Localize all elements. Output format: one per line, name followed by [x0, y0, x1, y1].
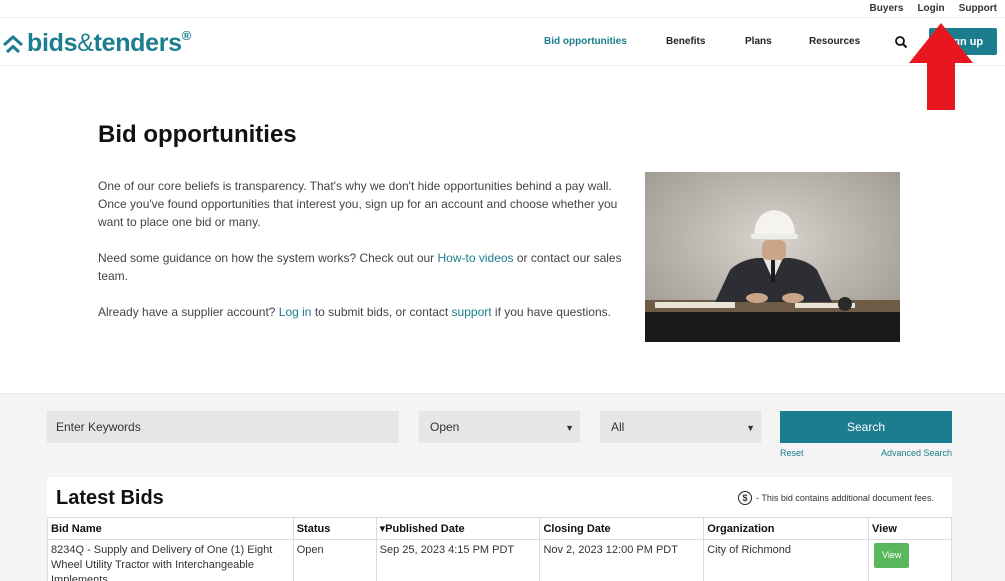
annotation-arrow-icon [909, 23, 973, 110]
nav-resources[interactable]: Resources [809, 36, 860, 47]
col-closing-date[interactable]: Closing Date [539, 517, 705, 540]
status-cell: Open [292, 539, 377, 581]
page-title: Bid opportunities [98, 121, 297, 148]
latest-bids-title: Latest Bids [56, 487, 164, 509]
intro-paragraph-2: Need some guidance on how the system wor… [98, 251, 622, 283]
status-select-value: Open [430, 420, 460, 434]
login-link[interactable]: Login [917, 3, 944, 14]
support-inline-link[interactable]: support [452, 305, 492, 319]
col-published-date[interactable]: ▾Published Date [375, 517, 541, 540]
published-cell: Sep 25, 2023 4:15 PM PDT [375, 539, 541, 581]
col-bid-name[interactable]: Bid Name [47, 517, 294, 540]
bids-table: Bid Name Status ▾Published Date Closing … [47, 517, 952, 581]
intro-text: One of our core beliefs is transparency.… [98, 177, 638, 339]
hero-photo [645, 172, 900, 342]
status-select[interactable]: Open ▼ [419, 411, 580, 443]
search-icon[interactable] [894, 35, 908, 49]
reset-link[interactable]: Reset [780, 448, 804, 458]
chevron-down-icon: ▼ [746, 423, 755, 433]
view-cell: View [868, 539, 952, 581]
nav-bid-opportunities[interactable]: Bid opportunities [544, 36, 627, 47]
table-header-row: Bid Name Status ▾Published Date Closing … [47, 517, 952, 540]
chevron-down-icon: ▼ [565, 423, 574, 433]
how-to-videos-link[interactable]: How-to videos [438, 251, 514, 265]
nav-benefits[interactable]: Benefits [666, 36, 705, 47]
closing-cell: Nov 2, 2023 12:00 PM PDT [539, 539, 705, 581]
dollar-circle-icon: $ [738, 491, 752, 505]
keywords-input[interactable]: Enter Keywords [47, 411, 399, 443]
search-button[interactable]: Search [780, 411, 952, 443]
view-button[interactable]: View [874, 543, 910, 568]
advanced-search-link[interactable]: Advanced Search [881, 448, 952, 458]
table-row: 8234Q - Supply and Delivery of One (1) E… [47, 539, 952, 581]
login-inline-link[interactable]: Log in [279, 305, 312, 319]
buyers-link[interactable]: Buyers [870, 3, 904, 14]
organization-cell: City of Richmond [703, 539, 870, 581]
main-nav: Bid opportunities Benefits Plans Resourc… [0, 18, 1005, 66]
bid-name-cell[interactable]: 8234Q - Supply and Delivery of One (1) E… [47, 539, 294, 581]
nav-plans[interactable]: Plans [745, 36, 772, 47]
fee-legend-text: - This bid contains additional document … [756, 493, 934, 503]
col-organization[interactable]: Organization [703, 517, 870, 540]
fee-legend: $ - This bid contains additional documen… [738, 491, 934, 505]
intro-paragraph-1: One of our core beliefs is transparency.… [98, 179, 618, 229]
type-select-value: All [611, 420, 625, 434]
col-view: View [868, 517, 952, 540]
type-select[interactable]: All ▼ [600, 411, 761, 443]
intro-paragraph-3: Already have a supplier account? Log in … [98, 305, 611, 319]
col-status[interactable]: Status [292, 517, 377, 540]
header: bids&tenders® Bid opportunities Benefits… [0, 18, 1005, 66]
utility-bar: Buyers Login Support [870, 0, 1005, 17]
support-link[interactable]: Support [959, 3, 997, 14]
